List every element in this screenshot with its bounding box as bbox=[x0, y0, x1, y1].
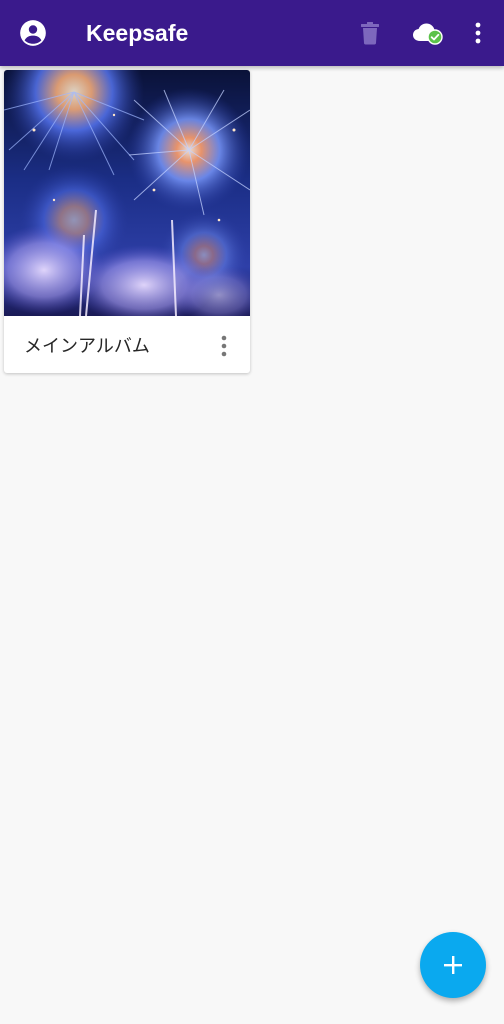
sync-status-button[interactable] bbox=[406, 0, 450, 66]
album-card[interactable]: メインアルバム bbox=[4, 70, 250, 373]
screen: Keepsafe メインアルバム bbox=[0, 0, 504, 1024]
plus-icon bbox=[444, 956, 462, 974]
app-bar: Keepsafe bbox=[0, 0, 504, 66]
album-name: メインアルバム bbox=[24, 336, 150, 357]
album-thumbnail bbox=[4, 70, 250, 316]
album-options-button[interactable] bbox=[206, 328, 242, 364]
trash-icon bbox=[361, 22, 379, 45]
more-options-button[interactable] bbox=[458, 0, 498, 66]
app-title: Keepsafe bbox=[86, 20, 189, 46]
account-circle-icon bbox=[20, 20, 46, 46]
account-button[interactable] bbox=[8, 0, 58, 66]
cloud-check-icon bbox=[413, 23, 443, 45]
more-vert-icon bbox=[475, 22, 481, 44]
more-vert-icon bbox=[221, 335, 227, 357]
delete-button[interactable] bbox=[350, 0, 390, 66]
add-button[interactable] bbox=[420, 932, 486, 998]
